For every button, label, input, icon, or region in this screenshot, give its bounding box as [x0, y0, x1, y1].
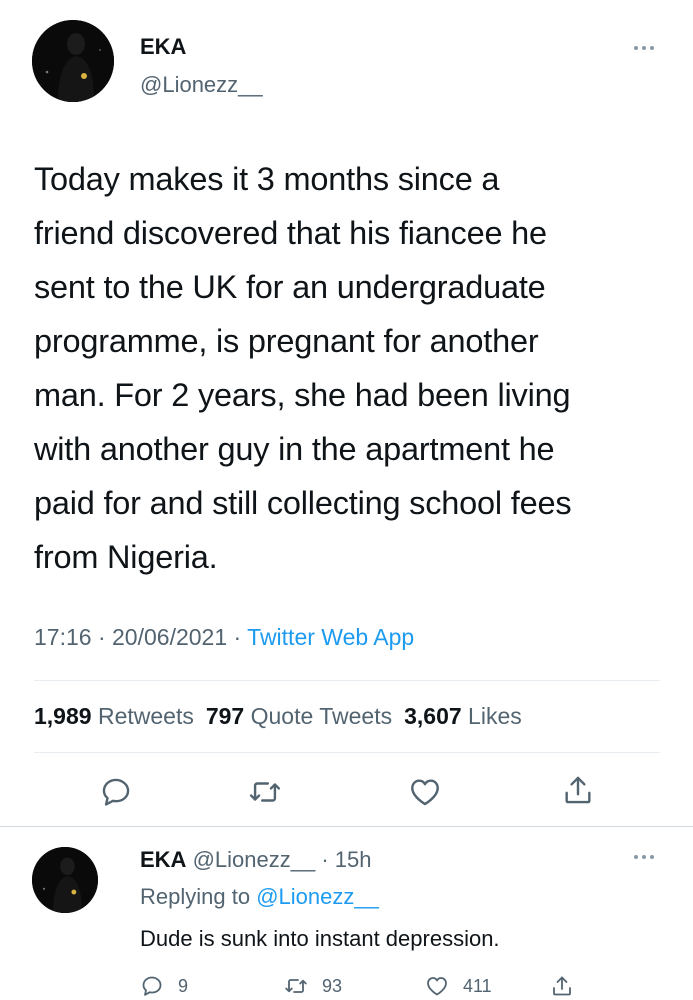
avatar-photo [32, 847, 98, 913]
likes-label: Likes [468, 703, 522, 729]
quote-tweets-stat[interactable]: 797 Quote Tweets [206, 703, 392, 729]
reply-author-handle[interactable]: @Lionezz__ [193, 847, 316, 872]
reply-like-button[interactable]: 411 [425, 973, 492, 999]
reply-icon [142, 976, 162, 996]
avatar-photo [32, 20, 114, 102]
reply-retweet-button[interactable]: 93 [284, 973, 342, 999]
quote-tweets-label: Quote Tweets [250, 703, 393, 729]
reply-actions: 9 93 411 [0, 973, 693, 999]
retweets-label: Retweets [97, 703, 194, 729]
reply-header: EKA @Lionezz__ · 15h [140, 847, 372, 872]
more-options-icon[interactable] [633, 44, 655, 52]
main-tweet: EKA @Lionezz__ Today makes it 3 months s… [0, 0, 693, 825]
tweet-time[interactable]: 17:16 [34, 624, 92, 650]
author-name[interactable]: EKA [140, 34, 186, 60]
tweet-source[interactable]: Twitter Web App [247, 624, 414, 650]
retweet-count: 93 [322, 975, 343, 996]
retweet-icon [285, 979, 307, 993]
replying-to-mention[interactable]: @Lionezz__ [256, 884, 379, 909]
author-handle[interactable]: @Lionezz__ [140, 72, 263, 98]
reply-tweet[interactable]: EKA @Lionezz__ · 15h Replying to @Lionez… [0, 827, 693, 1000]
likes-stat[interactable]: 3,607 Likes [404, 703, 522, 729]
likes-count: 3,607 [404, 703, 462, 729]
reply-author-name[interactable]: EKA [140, 847, 186, 872]
engagement-stats: 1,989 Retweets 797 Quote Tweets 3,607 Like… [34, 703, 522, 730]
divider [34, 680, 660, 681]
tweet-text-line: paid for and still collecting school fee… [34, 485, 572, 521]
tweet-text-line: friend discovered that his fiancee he [34, 215, 547, 251]
replying-to-label: Replying to [140, 884, 251, 909]
reply-author-avatar[interactable] [32, 847, 98, 913]
tweet-text-line: programme, is pregnant for another [34, 323, 539, 359]
share-icon[interactable] [561, 773, 595, 807]
reply-count: 9 [178, 975, 189, 996]
reply-text: Dude is sunk into instant depression. [140, 926, 500, 951]
tweet-text-line: Today makes it 3 months since a [34, 161, 500, 197]
tweet-text-line: man. For 2 years, she had been living [34, 377, 571, 413]
tweet-metadata: 17:16 · 20/06/2021 · Twitter Web App [34, 624, 415, 650]
replying-to: Replying to @Lionezz__ [140, 884, 379, 910]
retweets-count: 1,989 [34, 703, 92, 729]
tweet-date[interactable]: 20/06/2021 [112, 624, 227, 650]
quote-tweets-count: 797 [205, 703, 245, 729]
divider [34, 752, 660, 753]
author-avatar[interactable] [32, 20, 114, 102]
retweet-icon[interactable] [248, 775, 282, 809]
like-count: 411 [463, 975, 492, 996]
more-options-icon[interactable] [633, 853, 655, 861]
tweet-text: Today makes it 3 months since a friend d… [34, 152, 664, 584]
retweets-stat[interactable]: 1,989 Retweets [34, 703, 194, 729]
tweet-actions [0, 770, 693, 814]
reply-icon[interactable] [99, 775, 133, 809]
like-icon [427, 977, 447, 996]
reply-share-button[interactable] [550, 973, 574, 999]
like-icon[interactable] [408, 775, 442, 809]
share-icon [553, 976, 571, 996]
tweet-text-line: from Nigeria. [34, 539, 218, 575]
tweet-text-line: sent to the UK for an undergraduate [34, 269, 546, 305]
tweet-text-line: with another guy in the apartment he [34, 431, 555, 467]
reply-reply-button[interactable]: 9 [140, 973, 188, 999]
reply-age[interactable]: 15h [335, 847, 372, 872]
